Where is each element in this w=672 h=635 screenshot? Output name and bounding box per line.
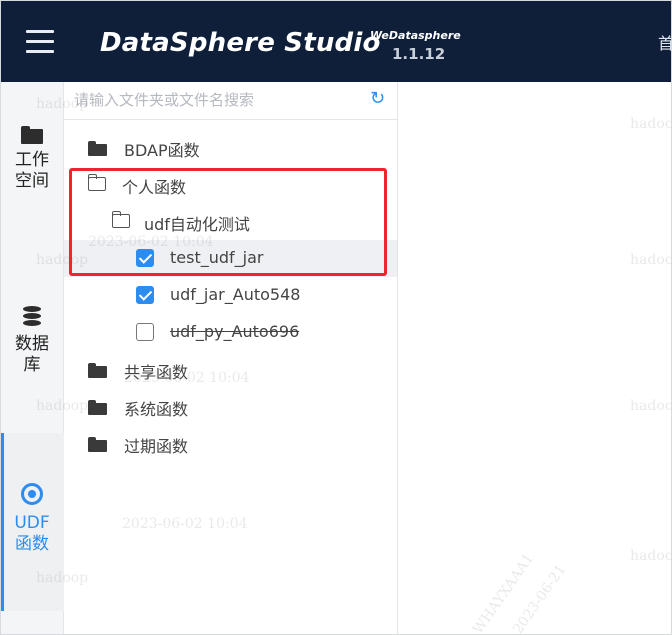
left-rail: 工作 空间 数据 库 UDF 函数 bbox=[0, 82, 64, 635]
rail-item-udf[interactable]: UDF 函数 bbox=[0, 433, 64, 611]
brand-subtitle: WeDatasphere bbox=[370, 29, 461, 42]
tree-node-label: 过期函数 bbox=[124, 437, 189, 456]
folder-open-icon bbox=[111, 211, 130, 228]
checkbox-checked[interactable] bbox=[136, 249, 154, 267]
database-icon bbox=[23, 306, 41, 328]
folder-open-icon bbox=[87, 174, 106, 191]
rail-label: UDF bbox=[14, 513, 50, 533]
tree-node-label: 个人函数 bbox=[122, 178, 187, 197]
rail-label: 数据 bbox=[15, 334, 49, 354]
rail-item-database[interactable]: 数据 库 bbox=[0, 306, 64, 386]
udf-tree-panel: ↻ BDAP函数 个人函数 udf自动化测试 test_udf_jar udf_… bbox=[64, 82, 398, 635]
tree-file-udf-jar-auto548[interactable]: udf_jar_Auto548 bbox=[64, 277, 397, 314]
tree-folder-expired[interactable]: 过期函数 bbox=[64, 425, 397, 462]
tree-node-label: udf_jar_Auto548 bbox=[170, 285, 301, 304]
tree-node-label: 系统函数 bbox=[124, 400, 189, 419]
tree-node-label: BDAP函数 bbox=[124, 141, 200, 160]
tree-folder-system[interactable]: 系统函数 bbox=[64, 388, 397, 425]
main-content bbox=[398, 82, 672, 635]
target-icon bbox=[21, 483, 43, 505]
folder-icon bbox=[21, 126, 43, 144]
checkbox-unchecked[interactable] bbox=[136, 323, 154, 341]
folder-icon bbox=[88, 400, 107, 415]
folder-icon bbox=[88, 141, 107, 156]
folder-icon bbox=[88, 437, 107, 452]
version-label: 1.1.12 bbox=[392, 45, 446, 63]
top-header: DataSphere Studio WeDatasphere 1.1.12 首 bbox=[0, 0, 672, 82]
search-bar: ↻ bbox=[64, 82, 397, 120]
folder-icon bbox=[88, 363, 107, 378]
tree-folder-shared[interactable]: 共享函数 bbox=[64, 351, 397, 388]
refresh-icon[interactable]: ↻ bbox=[370, 90, 388, 108]
tree-node-label: udf自动化测试 bbox=[144, 215, 250, 234]
tree-folder-udf-auto-test[interactable]: udf自动化测试 bbox=[64, 203, 397, 240]
tree-folder-personal[interactable]: 个人函数 bbox=[64, 166, 397, 203]
rail-label: 库 bbox=[23, 355, 41, 375]
tree-node-label: test_udf_jar bbox=[170, 248, 264, 267]
rail-label: 空间 bbox=[15, 171, 49, 191]
tree-node-label: udf_py_Auto696 bbox=[170, 322, 300, 341]
nav-home-link[interactable]: 首 bbox=[658, 30, 672, 54]
tree-file-test-udf-jar[interactable]: test_udf_jar bbox=[64, 240, 397, 277]
checkbox-checked[interactable] bbox=[136, 286, 154, 304]
tree-file-udf-py-auto696[interactable]: udf_py_Auto696 bbox=[64, 314, 397, 351]
app-title: DataSphere Studio bbox=[100, 28, 381, 58]
rail-label: 工作 bbox=[15, 150, 49, 170]
rail-item-workspace[interactable]: 工作 空间 bbox=[0, 126, 64, 206]
tree-folder-bdap[interactable]: BDAP函数 bbox=[64, 129, 397, 166]
tree-node-label: 共享函数 bbox=[124, 363, 189, 382]
search-input[interactable] bbox=[74, 86, 364, 114]
menu-icon[interactable] bbox=[26, 30, 54, 53]
rail-label: 函数 bbox=[15, 534, 49, 554]
